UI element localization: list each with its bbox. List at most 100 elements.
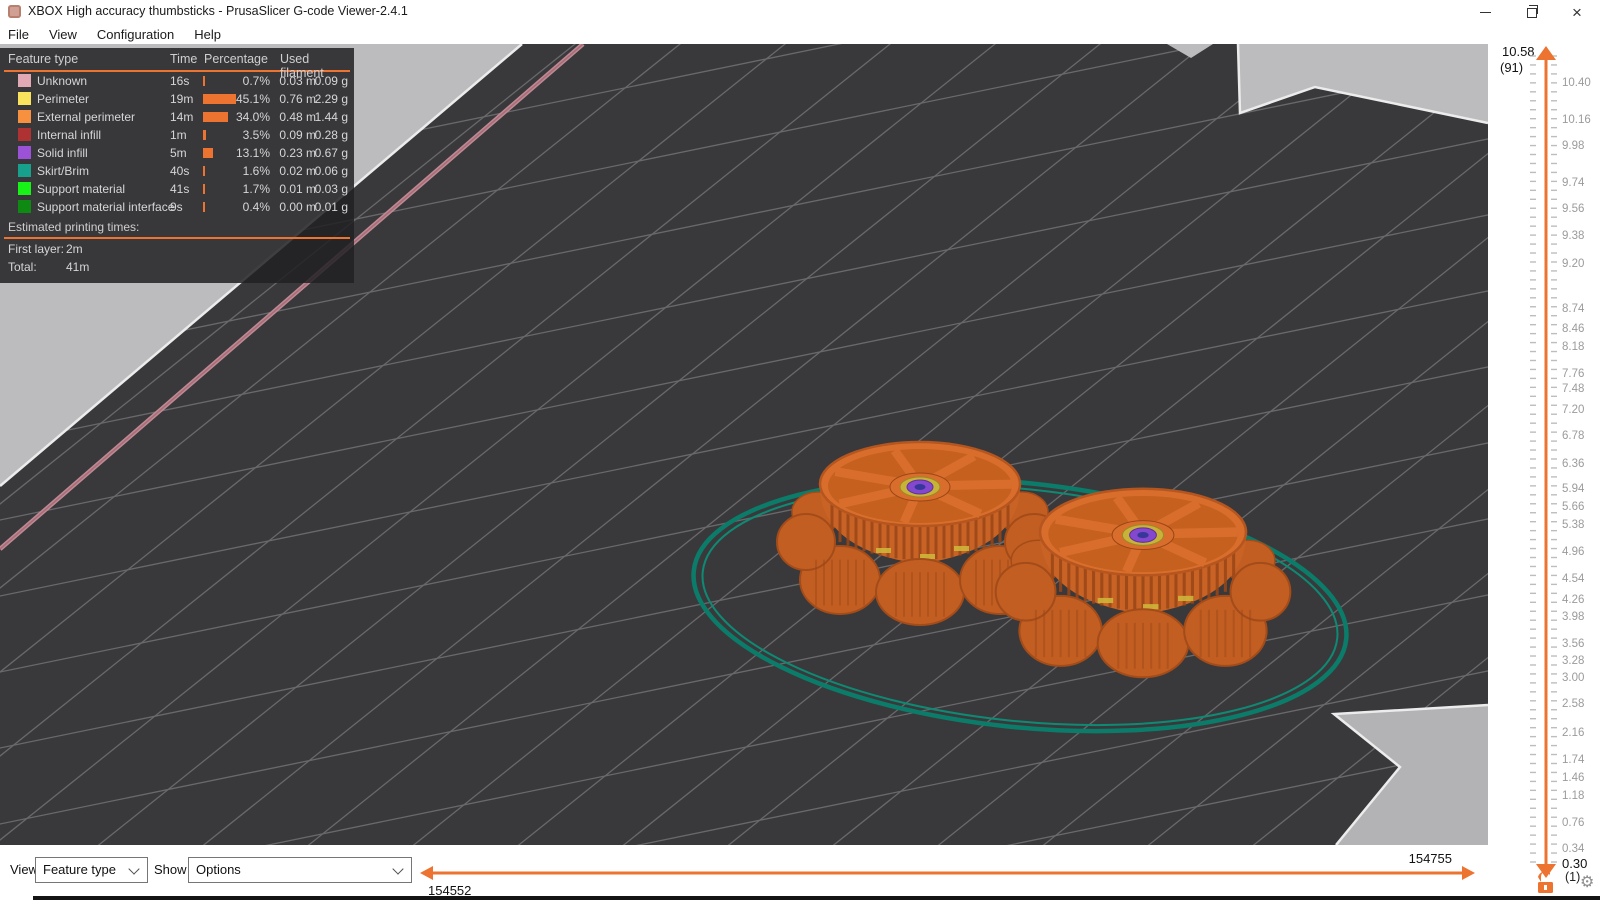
percentage-bar [203, 76, 205, 86]
close-button[interactable]: × [1554, 0, 1600, 24]
layer-tick-label: 10.16 [1562, 114, 1591, 126]
percentage-value: 13.1% [235, 146, 270, 160]
layer-tick-label: 3.00 [1562, 672, 1585, 684]
layer-tick-label: 1.46 [1562, 772, 1585, 784]
feature-time: 9s [170, 200, 183, 214]
layer-tick-marks [1530, 55, 1557, 863]
col-percentage: Percentage [204, 52, 268, 66]
percentage-value: 45.1% [235, 92, 270, 106]
feature-color-swatch [18, 200, 31, 213]
estimated-times-title: Estimated printing times: [8, 220, 140, 234]
horizontal-slider-right-handle[interactable] [1462, 866, 1475, 880]
layer-tick-label: 3.28 [1562, 655, 1585, 667]
col-time: Time [170, 52, 198, 66]
horizontal-move-slider[interactable] [0, 845, 1488, 900]
menu-help[interactable]: Help [184, 24, 231, 44]
legend-row: Support material 41s 1.7% 0.01 m 0.03 g [0, 180, 354, 198]
estimated-times-title-row: Estimated printing times: [0, 216, 354, 237]
vertical-slider-top-handle[interactable] [1536, 46, 1556, 60]
feature-label: External perimeter [37, 110, 136, 124]
layer-tick-label: 5.66 [1562, 501, 1585, 513]
minimize-icon [1479, 11, 1491, 13]
close-icon: × [1572, 2, 1582, 22]
feature-label: Skirt/Brim [37, 164, 89, 178]
feature-color-swatch [18, 146, 31, 159]
feature-time: 40s [170, 164, 190, 178]
percentage-value: 3.5% [242, 128, 270, 142]
minimize-button[interactable] [1462, 0, 1508, 24]
feature-label: Solid infill [37, 146, 88, 160]
feature-color-swatch [18, 92, 31, 105]
percentage-bar [203, 130, 206, 140]
menu-bar: File View Configuration Help [0, 24, 1600, 45]
feature-label: Perimeter [37, 92, 90, 106]
legend-row: Skirt/Brim 40s 1.6% 0.02 m 0.06 g [0, 162, 354, 180]
filament-weight: 0.28 g [314, 128, 348, 142]
menu-view[interactable]: View [39, 24, 87, 44]
layer-tick-label: 9.56 [1562, 203, 1585, 215]
layer-tick-label: 0.76 [1562, 817, 1585, 829]
percentage-value: 34.0% [235, 110, 270, 124]
percentage-bar [203, 148, 213, 158]
layer-tick-label: 3.98 [1562, 611, 1585, 623]
layer-tick-label: 6.78 [1562, 430, 1585, 442]
layer-tick-label: 9.20 [1562, 258, 1585, 270]
layer-tick-label: 8.46 [1562, 323, 1585, 335]
filament-weight: 0.03 g [314, 182, 348, 196]
layer-tick-label: 7.20 [1562, 404, 1585, 416]
filament-weight: 0.09 g [314, 74, 348, 88]
feature-label: Support material interface [37, 200, 175, 214]
filament-weight: 1.44 g [314, 110, 348, 124]
filament-weight: 0.01 g [314, 200, 348, 214]
title-bar: XBOX High accuracy thumbsticks - PrusaSl… [0, 0, 1600, 24]
legend-row: External perimeter 14m 34.0% 0.48 m 1.44… [0, 108, 354, 126]
filament-weight: 2.29 g [314, 92, 348, 106]
feature-time: 19m [170, 92, 194, 106]
layer-tick-label: 8.18 [1562, 341, 1585, 353]
layer-tick-label: 5.94 [1562, 483, 1585, 495]
percentage-value: 1.7% [242, 182, 270, 196]
maximize-button[interactable] [1508, 0, 1554, 24]
layer-tick-label: 10.40 [1562, 77, 1591, 89]
menu-configuration[interactable]: Configuration [87, 24, 184, 44]
menu-file[interactable]: File [0, 24, 39, 44]
window-title: XBOX High accuracy thumbsticks - PrusaSl… [28, 4, 408, 18]
layer-tick-label: 2.16 [1562, 727, 1585, 739]
layer-slider-panel: 10.58 (91) 10.40 10.16 9.98 9.74 9.56 9.38 9.2… [1488, 44, 1600, 900]
first-layer-label: First layer: [8, 242, 65, 256]
app-icon [8, 5, 21, 18]
percentage-bar [203, 166, 205, 176]
layer-tick-label: 7.48 [1562, 383, 1585, 395]
total-time-value: 41m [66, 260, 90, 274]
legend-panel: Feature type Time Percentage Used filame… [0, 48, 354, 283]
horizontal-slider-left-handle[interactable] [420, 866, 433, 880]
layer-tick-label: 8.74 [1562, 303, 1585, 315]
layer-tick-label: 9.98 [1562, 140, 1585, 152]
percentage-value: 0.4% [242, 200, 270, 214]
feature-time: 41s [170, 182, 190, 196]
col-feature-type: Feature type [8, 52, 79, 66]
feature-color-swatch [18, 110, 31, 123]
layer-tick-label: 4.54 [1562, 573, 1585, 585]
feature-time: 14m [170, 110, 194, 124]
filament-weight: 0.06 g [314, 164, 348, 178]
legend-rows: Unknown 16s 0.7% 0.03 m 0.09 g Perimeter… [0, 72, 354, 216]
legend-row: Perimeter 19m 45.1% 0.76 m 2.29 g [0, 90, 354, 108]
gcode-3d-viewport[interactable]: Feature type Time Percentage Used filame… [0, 44, 1488, 845]
legend-row: Internal infill 1m 3.5% 0.09 m 0.28 g [0, 126, 354, 144]
percentage-bar [203, 184, 205, 194]
feature-label: Internal infill [37, 128, 102, 142]
layer-tick-label: 4.96 [1562, 546, 1585, 558]
legend-row: Support material interface 9s 0.4% 0.00 … [0, 198, 354, 216]
percentage-value: 0.7% [242, 74, 270, 88]
total-time-label: Total: [8, 260, 37, 274]
feature-time: 16s [170, 74, 190, 88]
legend-row: Solid infill 5m 13.1% 0.23 m 0.67 g [0, 144, 354, 162]
gear-icon[interactable]: ⚙ [1580, 872, 1594, 892]
restore-icon [1527, 5, 1538, 18]
feature-color-swatch [18, 164, 31, 177]
filament-weight: 0.67 g [314, 146, 348, 160]
layer-tick-label: 7.76 [1562, 368, 1585, 380]
percentage-bar [203, 202, 205, 212]
legend-row: Unknown 16s 0.7% 0.03 m 0.09 g [0, 72, 354, 90]
